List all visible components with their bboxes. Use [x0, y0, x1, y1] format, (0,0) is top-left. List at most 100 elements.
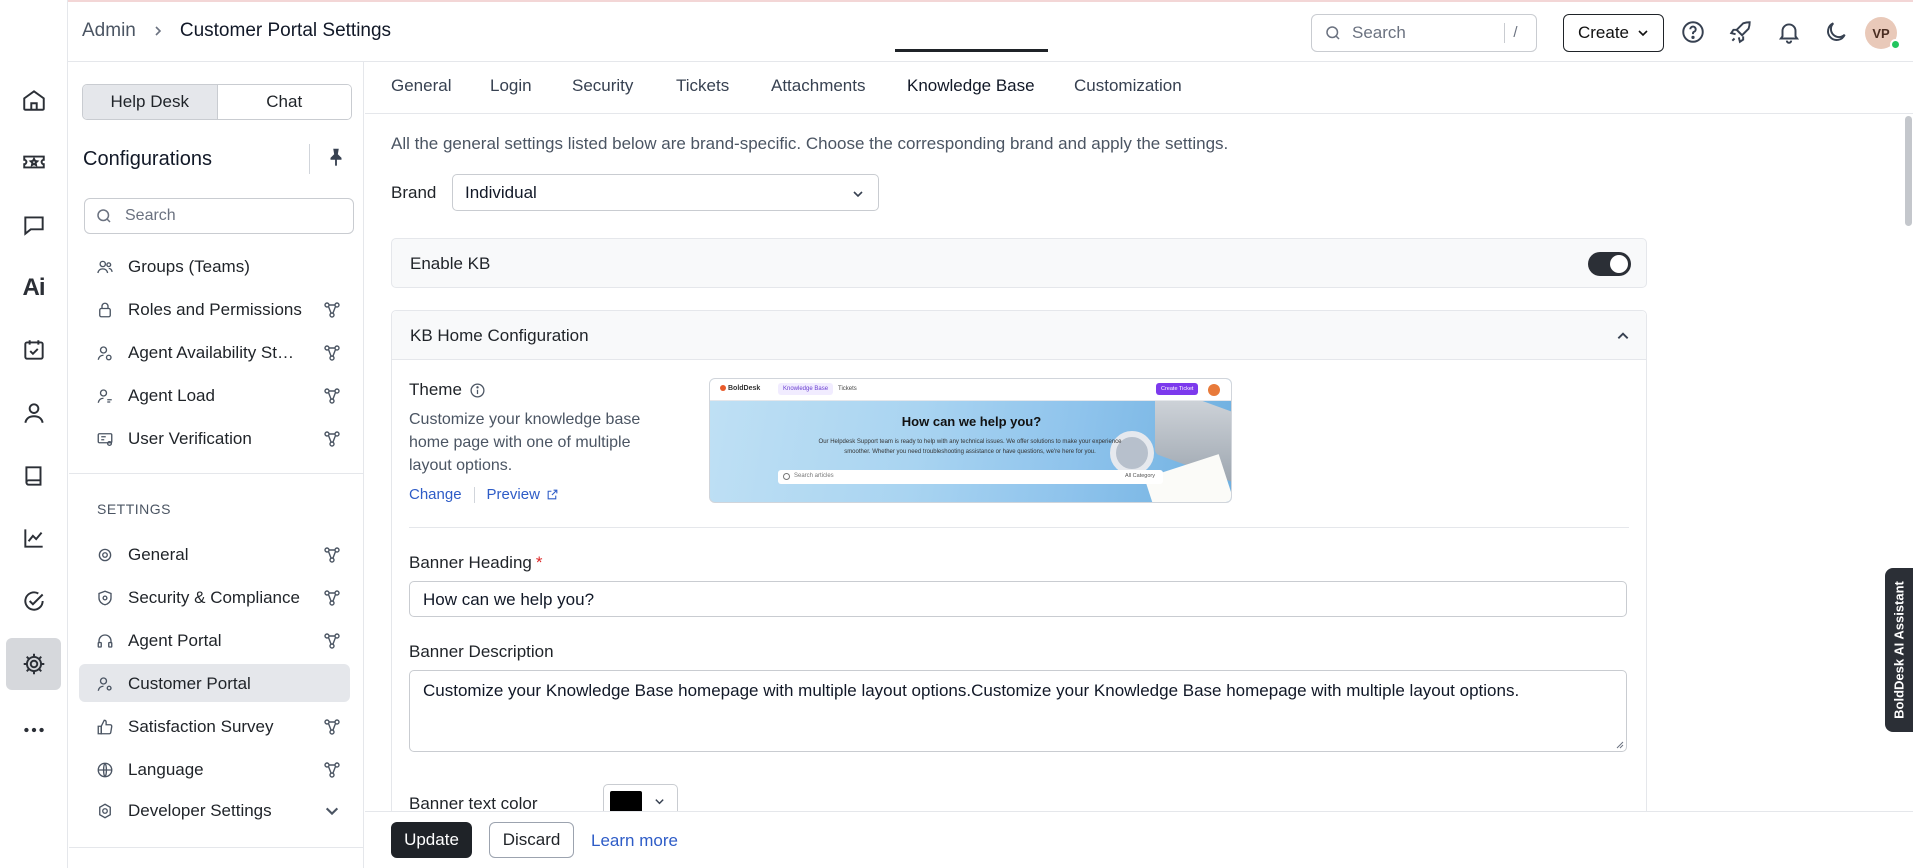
chat-icon — [23, 216, 44, 236]
external-link-icon[interactable] — [546, 488, 559, 501]
theme-description: Customize your knowledge base home page … — [409, 411, 641, 474]
info-icon[interactable] — [469, 382, 486, 399]
ticket-star-icon — [22, 155, 45, 169]
sidebar-item-general[interactable]: General — [79, 535, 350, 573]
sidebar-search-input[interactable]: Search — [84, 198, 354, 234]
search-icon — [97, 209, 111, 223]
workflow-icon — [324, 719, 340, 735]
chevron-down-icon — [853, 191, 863, 198]
resize-handle-icon[interactable] — [1614, 739, 1624, 749]
rocket-icon[interactable] — [1728, 19, 1754, 45]
kb-home-config-title: KB Home Configuration — [410, 326, 589, 345]
chart-line-icon — [23, 529, 43, 548]
tab-customization[interactable]: Customization — [1074, 76, 1182, 96]
moon-icon[interactable] — [1823, 19, 1849, 45]
rail-home[interactable] — [6, 74, 61, 126]
banner-description-textarea[interactable]: Customize your Knowledge Base homepage w… — [409, 670, 1627, 752]
thumb-paragraph: Our Helpdesk Support team is ready to he… — [818, 439, 1122, 455]
chevron-up-icon — [1617, 332, 1629, 339]
banner-heading-input[interactable]: How can we help you? — [409, 581, 1627, 617]
sidebar-item-security-compliance[interactable]: Security & Compliance — [79, 578, 350, 616]
sidebar-item-satisfaction-survey[interactable]: Satisfaction Survey — [79, 707, 350, 745]
globe-icon — [97, 762, 113, 778]
sidebar-item-label: Groups (Teams) — [128, 257, 250, 276]
rail-contacts[interactable] — [6, 387, 61, 439]
settings-tabs: General Login Security Tickets Attachmen… — [365, 62, 1913, 114]
banner-heading-label: Banner Heading * — [409, 553, 543, 573]
help-icon[interactable] — [1680, 19, 1706, 45]
breadcrumb-admin[interactable]: Admin — [82, 20, 136, 42]
rail-approvals[interactable] — [6, 575, 61, 627]
brand-select[interactable]: Individual — [452, 174, 879, 211]
chevron-down-icon — [655, 799, 664, 805]
sidebar-item-roles[interactable]: Roles and Permissions — [79, 290, 350, 328]
ai-assistant-tab[interactable]: BoldDesk AI Assistant — [1885, 568, 1913, 732]
thumb-tab-kb: Knowledge Base — [778, 383, 834, 395]
required-asterisk: * — [535, 553, 543, 572]
sidebar-item-user-verification[interactable]: User Verification — [79, 419, 350, 457]
workflow-icon — [324, 388, 340, 404]
preview-theme-link[interactable]: Preview — [487, 486, 540, 503]
workflow-icon — [324, 762, 340, 778]
sidebar-item-developer-settings[interactable]: Developer Settings — [79, 791, 350, 829]
chevron-down-icon — [325, 807, 339, 816]
tab-security[interactable]: Security — [572, 76, 633, 96]
enable-kb-row: Enable KB — [391, 238, 1647, 288]
change-theme-link[interactable]: Change — [409, 486, 462, 503]
rail-kb[interactable] — [6, 450, 61, 502]
search-placeholder: Search — [1352, 23, 1406, 42]
gear-icon — [98, 548, 112, 562]
sidebar-item-customer-portal[interactable]: Customer Portal — [79, 664, 350, 702]
theme-links: Change Preview — [409, 486, 559, 503]
enable-kb-label: Enable KB — [410, 254, 491, 273]
rail-ai[interactable]: Ai — [6, 262, 61, 314]
rail-tasks[interactable] — [6, 324, 61, 376]
segment-chat[interactable]: Chat — [217, 85, 351, 119]
pin-icon[interactable] — [325, 146, 347, 168]
sidebar-item-groups[interactable]: Groups (Teams) — [79, 247, 350, 285]
workflow-icon — [324, 302, 340, 318]
rail-tickets[interactable] — [6, 136, 61, 188]
rail-reports[interactable] — [6, 512, 61, 564]
tab-knowledge-base[interactable]: Knowledge Base — [907, 76, 1035, 96]
learn-more-link[interactable]: Learn more — [591, 831, 678, 851]
thumb-category: All Category — [1125, 473, 1155, 479]
workflow-icon — [324, 431, 340, 447]
tab-login[interactable]: Login — [490, 76, 532, 96]
sidebar-divider — [69, 847, 363, 848]
theme-preview-thumbnail[interactable]: BoldDesk Knowledge Base Tickets Create T… — [709, 378, 1232, 503]
banner-description-label: Banner Description — [409, 642, 554, 661]
sidebar-item-agent-load[interactable]: Agent Load — [79, 376, 350, 414]
bell-icon[interactable] — [1776, 19, 1802, 45]
tab-tickets[interactable]: Tickets — [676, 76, 729, 96]
segment-help-desk[interactable]: Help Desk — [83, 85, 218, 119]
global-search-input[interactable]: Search / — [1311, 14, 1537, 52]
sidebar-item-language[interactable]: Language — [79, 750, 350, 788]
tab-general[interactable]: General — [391, 76, 451, 96]
brand-label: Brand — [391, 183, 437, 202]
sidebar-item-label: Agent Load — [128, 386, 215, 405]
create-label: Create — [1577, 23, 1630, 42]
kb-home-config-header[interactable]: KB Home Configuration — [392, 311, 1646, 360]
scrollbar-thumb[interactable] — [1905, 116, 1912, 226]
ai-assistant-label: BoldDesk AI Assistant — [1891, 581, 1907, 719]
banner-heading-label-text: Banner Heading — [409, 553, 532, 572]
config-sidebar: Help Desk Chat Configurations Search Gro… — [69, 62, 364, 868]
search-icon — [1326, 26, 1340, 40]
search-shortcut-hint: / — [1504, 23, 1526, 43]
link-separator — [473, 486, 475, 503]
sidebar-item-label: Developer Settings — [128, 801, 272, 820]
rail-admin[interactable] — [6, 638, 61, 690]
breadcrumb: Admin Customer Portal Settings — [82, 20, 391, 42]
lock-icon — [99, 302, 111, 318]
rail-chat[interactable] — [6, 199, 61, 251]
enable-kb-toggle[interactable] — [1588, 252, 1631, 276]
create-button[interactable]: Create — [1563, 14, 1664, 52]
tab-attachments[interactable]: Attachments — [771, 76, 866, 96]
discard-button[interactable]: Discard — [489, 822, 574, 858]
sidebar-item-agent-portal[interactable]: Agent Portal — [79, 621, 350, 659]
rail-more[interactable] — [6, 704, 61, 756]
update-button[interactable]: Update — [391, 822, 472, 858]
title-divider — [309, 144, 310, 174]
sidebar-item-agent-availability[interactable]: Agent Availability Statuses — [79, 333, 350, 371]
